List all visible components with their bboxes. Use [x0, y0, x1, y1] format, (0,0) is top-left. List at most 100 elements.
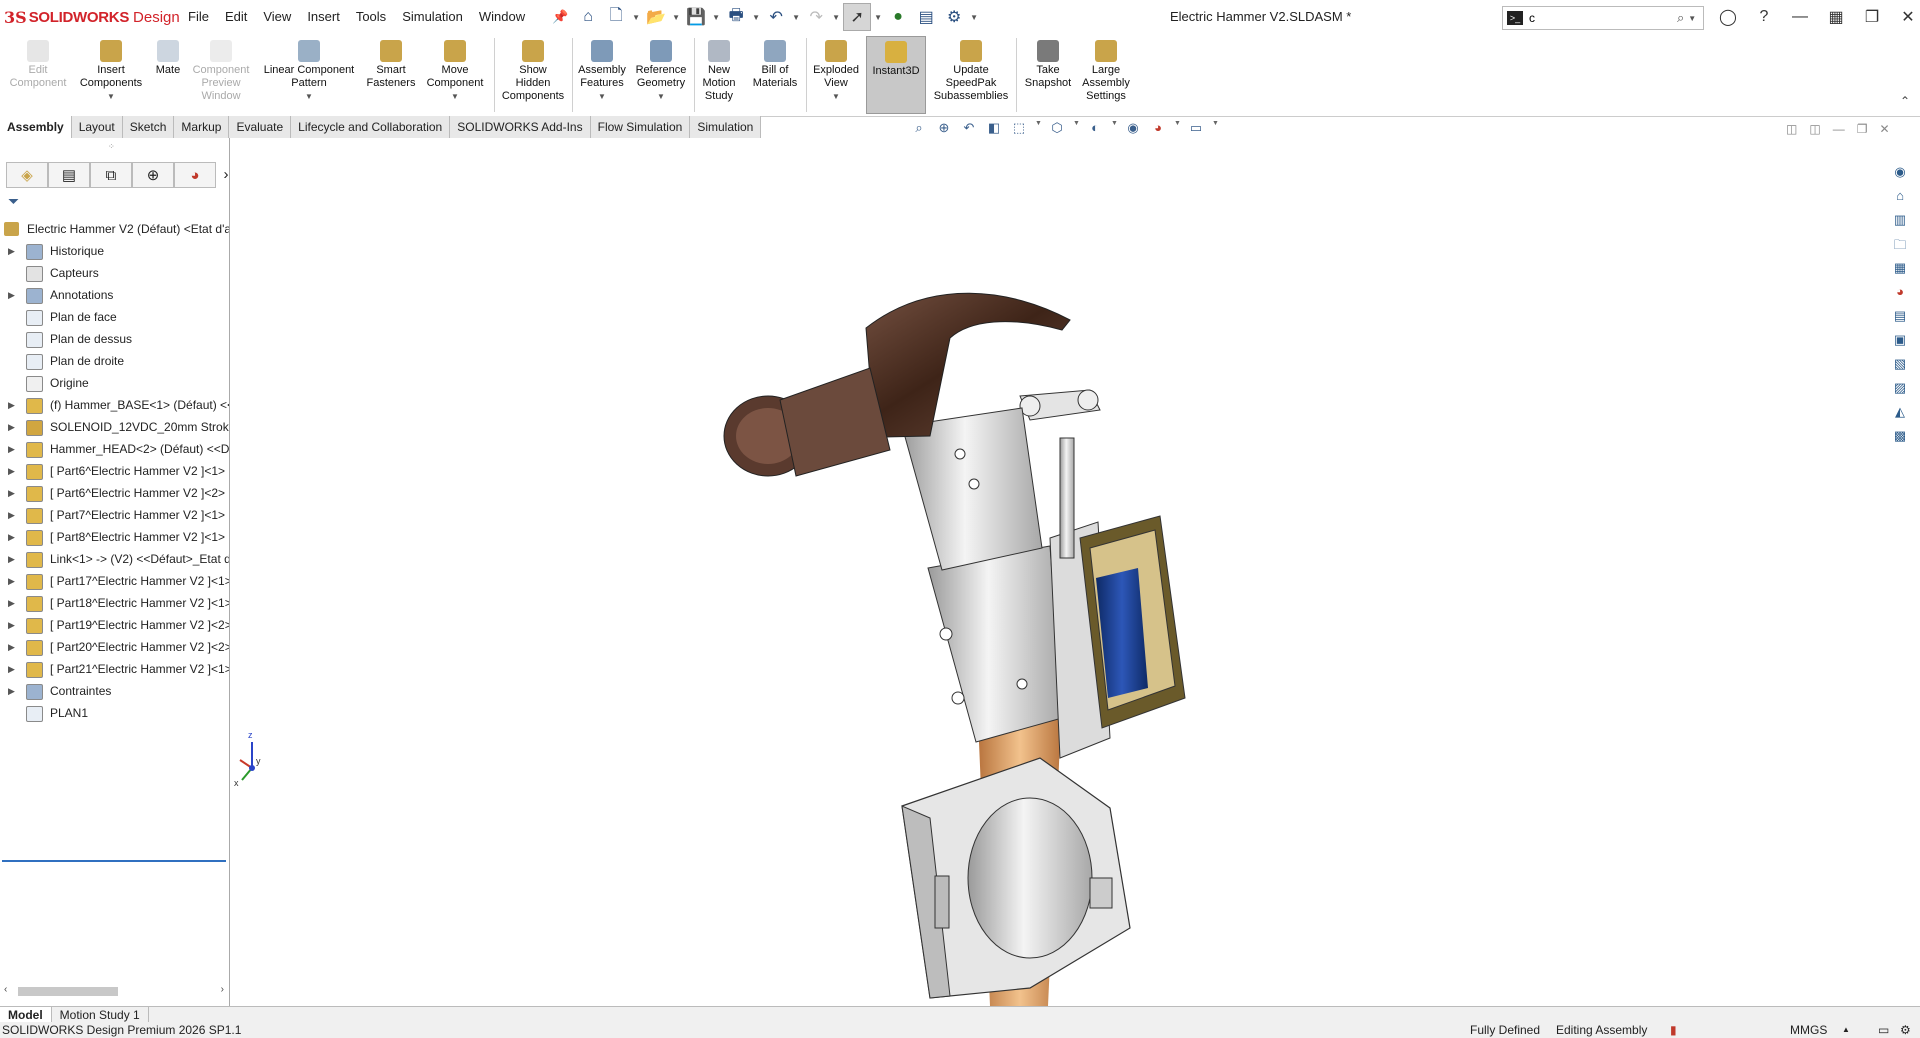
move-component-dropdown-icon[interactable]: ▼ [422, 90, 488, 103]
open-dropdown-icon[interactable]: ▼ [671, 13, 681, 22]
tree-item[interactable]: Plan de face [0, 306, 229, 328]
hammer-base-part[interactable] [901, 757, 1131, 999]
featuremanager-tree-icon[interactable]: ◈ [6, 162, 48, 188]
tree-item[interactable]: ▶ [ Part19^Electric Hammer V2 ]<2> [0, 614, 229, 636]
units-dropdown-icon[interactable]: ▲ [1842, 1022, 1850, 1038]
panel-splitter-handle[interactable]: ⁘ [108, 142, 115, 151]
user-account-icon[interactable]: ◯ [1710, 7, 1746, 27]
sustainability-icon[interactable]: ◭ [1890, 404, 1910, 424]
menu-insert[interactable]: Insert [299, 0, 348, 34]
smart-fasteners-button[interactable]: Smart Fasteners [364, 40, 418, 90]
tree-item[interactable]: ▶ [ Part21^Electric Hammer V2 ]<1> [0, 658, 229, 680]
show-hidden-components-button[interactable]: Show Hidden Components [498, 40, 568, 103]
solidworks-forum-icon[interactable]: ▧ [1890, 356, 1910, 376]
status-units[interactable]: MMGS [1790, 1022, 1827, 1038]
solidworks-resources-icon[interactable]: ◉ [1890, 164, 1910, 184]
tree-item[interactable]: ▶ [ Part6^Electric Hammer V2 ]<1> [0, 460, 229, 482]
tree-item[interactable]: ▶ [ Part18^Electric Hammer V2 ]<1> [0, 592, 229, 614]
update-speedpak-button[interactable]: Update SpeedPak Subassemblies [932, 40, 1010, 103]
tab-assembly[interactable]: Assembly [0, 116, 72, 138]
large-assembly-settings-button[interactable]: Large Assembly Settings [1080, 40, 1132, 103]
view-orientation-icon[interactable]: ⬡ [1048, 120, 1066, 136]
tab-flow-simulation[interactable]: Flow Simulation [590, 116, 691, 138]
expand-arrow-icon[interactable]: ▶ [8, 460, 15, 482]
reference-geometry-button[interactable]: Reference Geometry ▼ [632, 40, 690, 103]
tab-simulation[interactable]: Simulation [690, 116, 762, 138]
collapse-ribbon-icon[interactable]: ⌃ [1900, 94, 1910, 108]
home-icon[interactable]: ⌂ [575, 4, 601, 30]
component-preview-window-button[interactable]: Component Preview Window [190, 40, 252, 103]
expand-arrow-icon[interactable]: ▶ [8, 636, 15, 658]
tree-item[interactable]: Origine [0, 372, 229, 394]
open-icon[interactable]: 📂 [643, 4, 669, 30]
expand-arrow-icon[interactable]: ▶ [8, 504, 15, 526]
dimxpertmanager-icon[interactable]: ⊕ [132, 162, 174, 188]
print-dropdown-icon[interactable]: ▼ [751, 13, 761, 22]
insert-components-button[interactable]: Insert Components ▼ [76, 40, 146, 103]
tree-item[interactable]: ▶ Link<1> -> (V2) <<Défaut>_Etat d [0, 548, 229, 570]
viewport-restore-icon[interactable]: ❐ [1857, 122, 1868, 136]
zoom-to-fit-icon[interactable]: ⌕ [910, 120, 928, 136]
menu-simulation[interactable]: Simulation [394, 0, 471, 34]
print-icon[interactable]: 🖶 [723, 4, 749, 30]
rebuild-traffic-light-icon[interactable]: ● [885, 4, 911, 30]
tree-item[interactable]: ▶ [ Part20^Electric Hammer V2 ]<2> [0, 636, 229, 658]
tab-motion-study-1[interactable]: Motion Study 1 [52, 1007, 149, 1023]
search-icon[interactable]: ⌕ [1677, 10, 1684, 26]
scrollbar-thumb[interactable] [18, 987, 118, 996]
previous-view-icon[interactable]: ↶ [960, 120, 978, 136]
appearances-scenes-icon[interactable]: ◕ [1890, 284, 1910, 304]
menu-tools[interactable]: Tools [348, 0, 394, 34]
appearance-dropdown-icon[interactable]: ▼ [1174, 120, 1181, 136]
displaymanager-icon[interactable]: ◕ [174, 162, 216, 188]
bill-of-materials-button[interactable]: Bill of Materials [748, 40, 802, 90]
tree-item[interactable]: ▶ Annotations [0, 284, 229, 306]
new-document-icon[interactable]: 🗋 [603, 4, 629, 30]
menu-window[interactable]: Window [471, 0, 533, 34]
edit-appearance-icon[interactable]: ◕ [1149, 120, 1167, 136]
menu-view[interactable]: View [255, 0, 299, 34]
instant3d-button[interactable]: Instant3D [866, 36, 926, 114]
tree-item[interactable]: PLAN1 [0, 702, 229, 724]
expand-arrow-icon[interactable]: ▶ [8, 482, 15, 504]
tab-sketch[interactable]: Sketch [122, 116, 175, 138]
scroll-left-icon[interactable]: ‹ [4, 984, 7, 995]
hide-show-items-icon[interactable]: ◉ [1124, 120, 1142, 136]
3dexperience-home-icon[interactable]: ⌂ [1890, 188, 1910, 208]
custom-properties-icon[interactable]: ▤ [1890, 308, 1910, 328]
minimize-icon[interactable]: — [1782, 8, 1818, 26]
undo-icon[interactable]: ↶ [763, 4, 789, 30]
move-component-button[interactable]: Move Component ▼ [422, 40, 488, 103]
tree-item[interactable]: ▶ [ Part7^Electric Hammer V2 ]<1> [0, 504, 229, 526]
save-icon[interactable]: 💾 [683, 4, 709, 30]
tab-markup[interactable]: Markup [174, 116, 230, 138]
expand-arrow-icon[interactable]: ▶ [8, 614, 15, 636]
new-motion-study-button[interactable]: New Motion Study [698, 40, 740, 103]
expand-arrow-icon[interactable]: ▶ [8, 548, 15, 570]
tree-item[interactable]: ▶ [ Part6^Electric Hammer V2 ]<2> [0, 482, 229, 504]
display-dropdown-icon[interactable]: ▼ [1111, 120, 1118, 136]
tree-item[interactable]: Capteurs [0, 262, 229, 284]
tab-lifecycle[interactable]: Lifecycle and Collaboration [291, 116, 451, 138]
tile-windows-icon[interactable]: ▦ [1818, 7, 1854, 27]
menu-file[interactable]: File [180, 0, 217, 34]
expand-arrow-icon[interactable]: ▶ [8, 284, 15, 306]
expand-arrow-icon[interactable]: ▶ [8, 438, 15, 460]
expand-arrow-icon[interactable]: ▶ [8, 526, 15, 548]
tree-item[interactable]: ▶ (f) Hammer_BASE<1> (Défaut) << [0, 394, 229, 416]
expand-arrow-icon[interactable]: ▶ [8, 394, 15, 416]
exploded-view-button[interactable]: Exploded View ▼ [810, 40, 862, 103]
rebuild-status-icon[interactable]: ▮ [1670, 1022, 1677, 1038]
tree-item[interactable]: ▶ [ Part8^Electric Hammer V2 ]<1> [0, 526, 229, 548]
linear-component-pattern-button[interactable]: Linear Component Pattern ▼ [258, 40, 360, 103]
tree-item[interactable]: Plan de droite [0, 350, 229, 372]
expand-arrow-icon[interactable]: ▶ [8, 680, 15, 702]
file-properties-icon[interactable]: ▤ [913, 4, 939, 30]
search-commands[interactable]: >_ ⌕ ▼ [1502, 6, 1704, 30]
display-style-icon[interactable]: ◐ [1086, 120, 1104, 136]
dynamic-annotation-icon[interactable]: ⬚ [1010, 120, 1028, 136]
link-sleeve-part[interactable] [927, 545, 1063, 743]
assembly-features-button[interactable]: Assembly Features ▼ [576, 40, 628, 103]
redo-dropdown-icon[interactable]: ▼ [831, 13, 841, 22]
menu-edit[interactable]: Edit [217, 0, 255, 34]
